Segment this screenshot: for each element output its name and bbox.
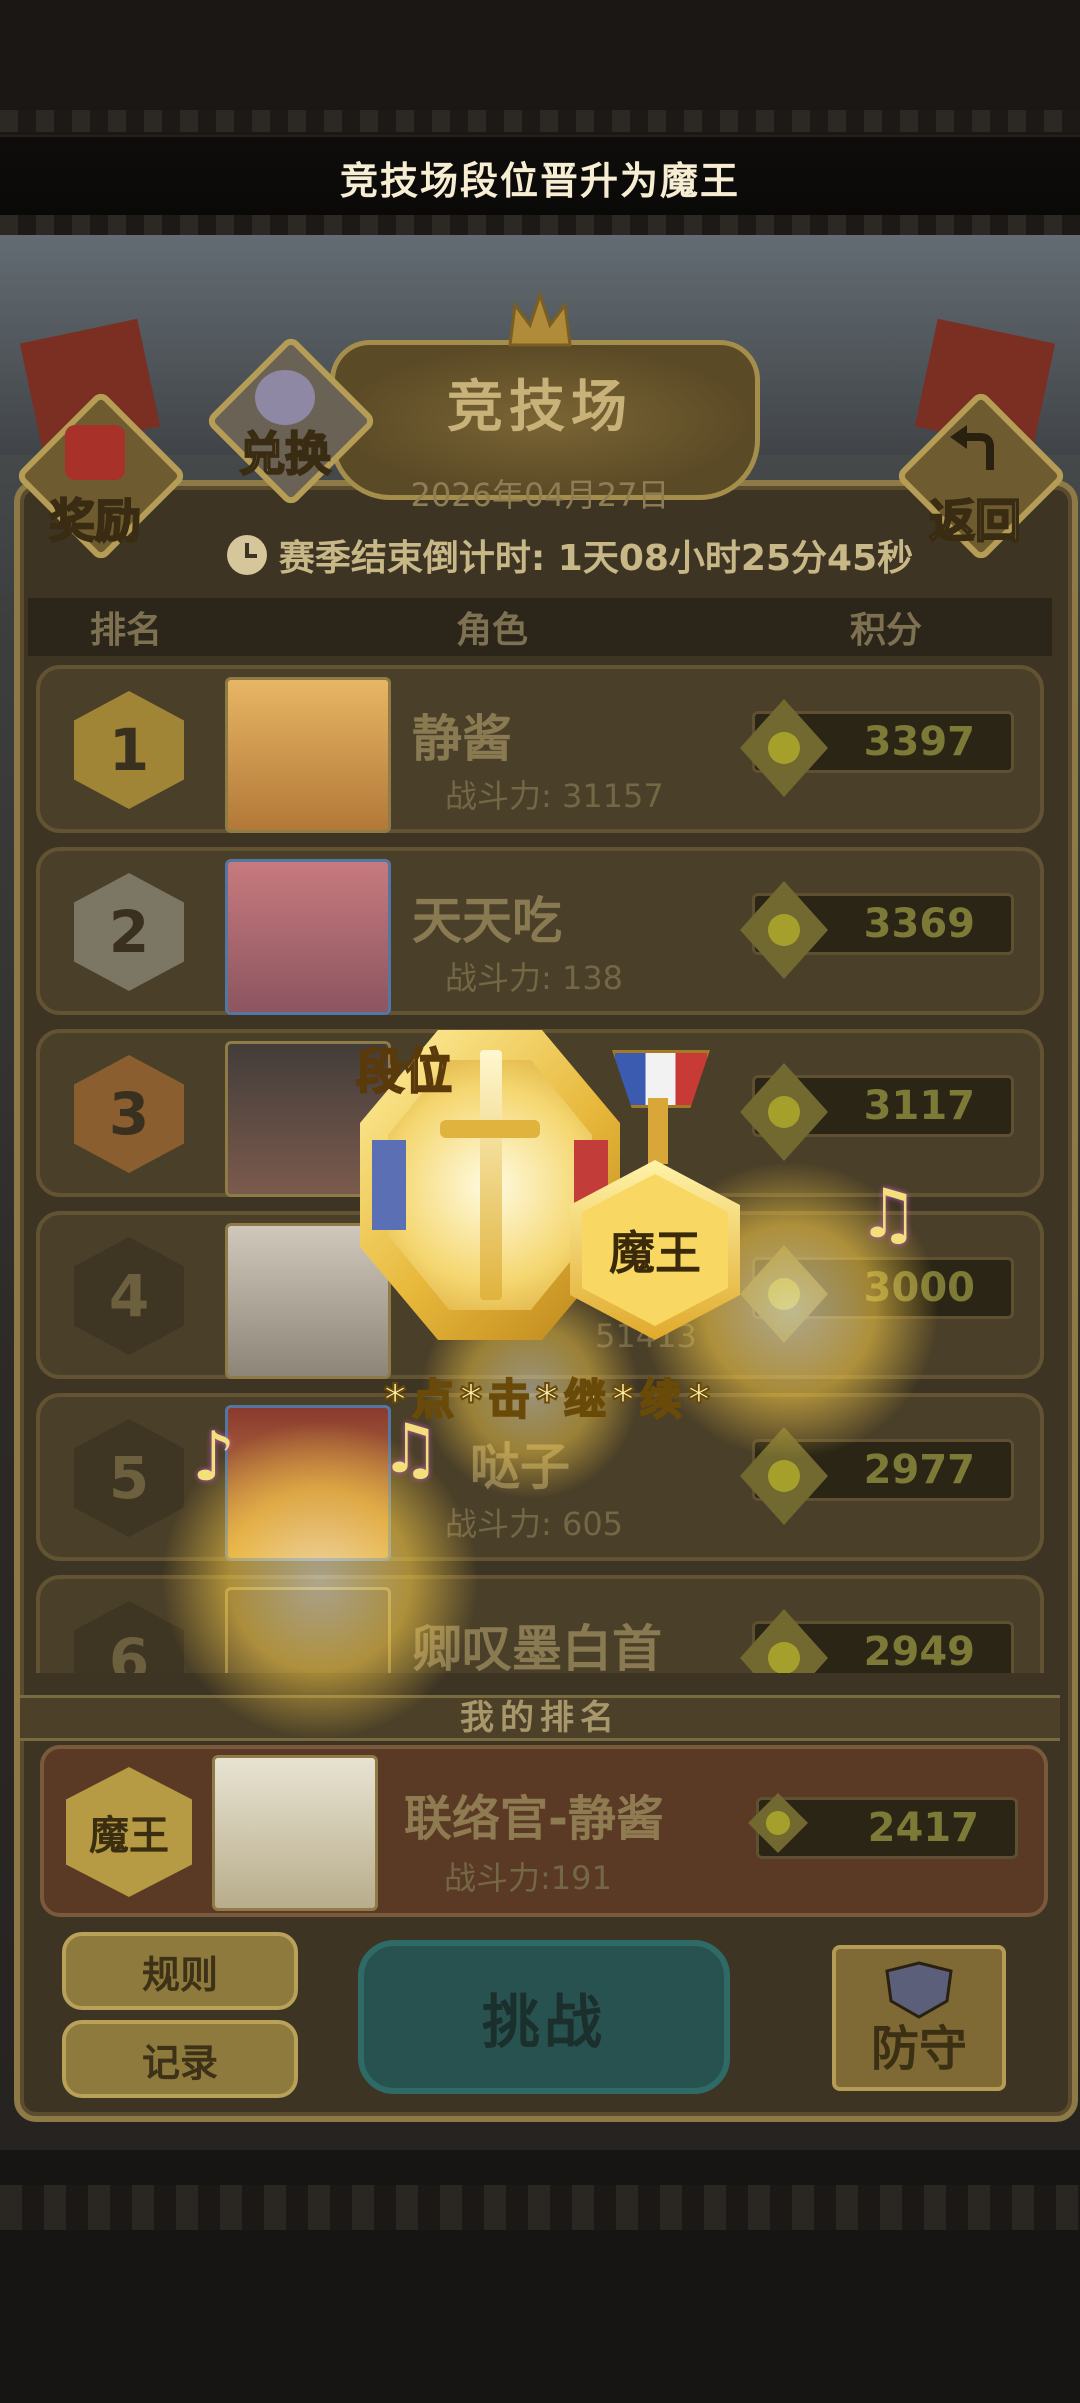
music-note-icon: ♫	[858, 1175, 919, 1254]
tier-label: 段位	[355, 1043, 453, 1101]
medal-blue-band	[372, 1140, 406, 1230]
music-note-icon: ♪	[192, 1418, 236, 1497]
medal-ribbon-link	[648, 1098, 668, 1164]
sword-icon	[480, 1050, 502, 1300]
sword-guard	[440, 1120, 540, 1138]
tap-to-continue-text: *点*击*继*续*	[383, 1374, 716, 1425]
